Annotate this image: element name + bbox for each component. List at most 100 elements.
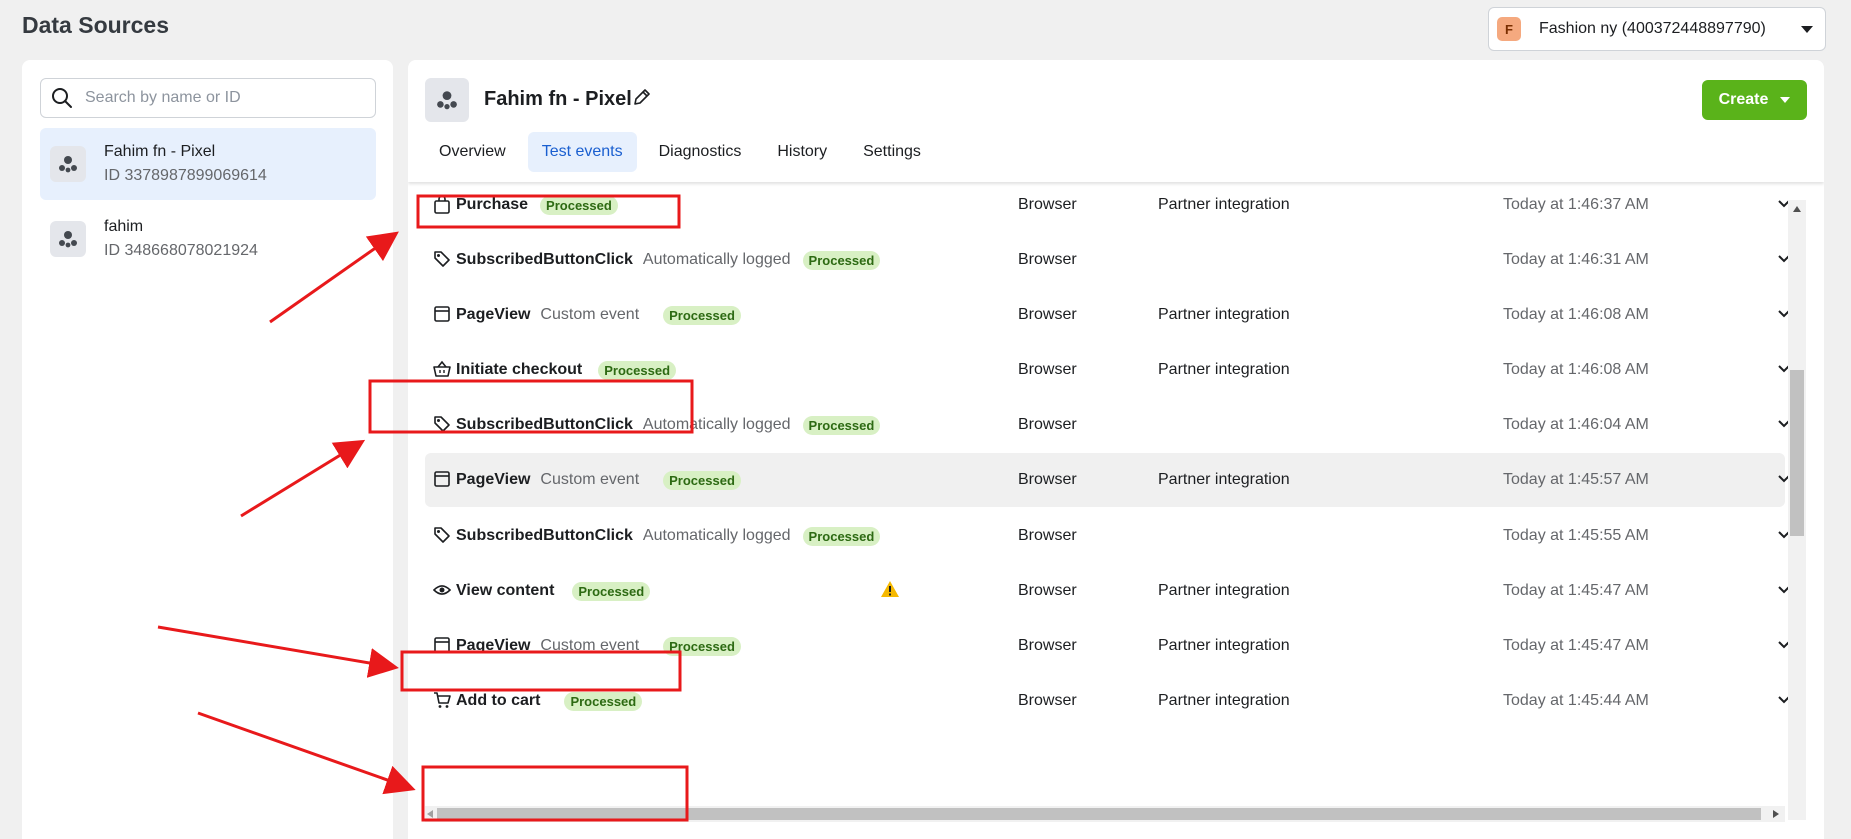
create-button-label: Create (1718, 91, 1769, 108)
event-name: Purchase (456, 196, 529, 213)
data-sources-sidebar: Fahim fn - Pixel ID 3378987899069614 fah… (22, 60, 393, 839)
source-name: fahim (104, 218, 144, 235)
event-source: Browser (1018, 251, 1077, 268)
tab-bar: Overview Test events Diagnostics History… (425, 132, 943, 172)
source-name: Fahim fn - Pixel (104, 143, 216, 160)
browser-window-icon (434, 306, 450, 322)
event-name: SubscribedButtonClick (456, 251, 633, 268)
event-source: Browser (1018, 416, 1077, 433)
event-row[interactable]: PageView Custom event Processed Browser … (425, 288, 1790, 342)
source-id: ID 3378987899069614 (104, 167, 267, 184)
account-avatar: F (1497, 17, 1521, 41)
tab-settings[interactable]: Settings (849, 132, 935, 172)
account-name: Fashion ny (400372448897790) (1539, 20, 1766, 37)
status-badge: Processed (663, 470, 741, 490)
event-subtype: Custom event (540, 637, 640, 654)
search-box[interactable] (40, 78, 376, 118)
chevron-down-icon (1801, 25, 1813, 33)
event-source: Browser (1018, 692, 1077, 709)
tab-history[interactable]: History (763, 132, 841, 172)
event-row[interactable]: Add to cart Processed Browser Partner in… (425, 674, 1790, 728)
vertical-scrollbar[interactable] (1788, 200, 1806, 820)
event-source: Browser (1018, 306, 1077, 323)
status-badge: Processed (802, 250, 881, 270)
event-row[interactable]: SubscribedButtonClick Automatically logg… (425, 398, 1790, 452)
status-badge: Processed (802, 415, 881, 435)
pixel-header: Fahim fn - Pixel Create Overview Test ev… (408, 60, 1824, 182)
event-row[interactable]: SubscribedButtonClick Automatically logg… (425, 233, 1790, 287)
cart-icon (434, 692, 451, 708)
event-row[interactable]: PageView Custom event Processed Browser … (425, 453, 1790, 507)
event-source: Browser (1018, 196, 1077, 213)
create-button[interactable]: Create (1702, 80, 1807, 120)
pixel-title: Fahim fn - Pixel (484, 88, 632, 110)
event-time: Today at 1:46:08 AM (1503, 361, 1649, 378)
event-name: PageView (456, 306, 531, 323)
scrollbar-thumb[interactable] (1790, 370, 1804, 536)
warning-icon[interactable] (880, 580, 900, 598)
event-source: Browser (1018, 637, 1077, 654)
event-row[interactable]: Purchase Processed Browser Partner integ… (425, 182, 1790, 232)
event-row[interactable]: SubscribedButtonClick Automatically logg… (425, 509, 1790, 563)
event-time: Today at 1:46:37 AM (1503, 196, 1649, 213)
scroll-up-arrow-icon[interactable] (1793, 206, 1801, 212)
event-source: Browser (1018, 471, 1077, 488)
scroll-right-arrow-icon[interactable] (1773, 810, 1779, 818)
event-name: SubscribedButtonClick (456, 527, 633, 544)
search-icon (52, 88, 72, 108)
status-badge: Processed (540, 195, 618, 215)
main-panel: Fahim fn - Pixel Create Overview Test ev… (408, 60, 1824, 839)
event-name: PageView (456, 471, 531, 488)
search-input[interactable] (85, 89, 355, 107)
status-badge: Processed (564, 691, 643, 711)
scrollbar-thumb[interactable] (437, 808, 1761, 820)
event-row[interactable]: Initiate checkout Processed Browser Part… (425, 343, 1790, 397)
event-time: Today at 1:45:47 AM (1503, 582, 1649, 599)
status-badge: Processed (663, 305, 741, 325)
tab-diagnostics[interactable]: Diagnostics (645, 132, 756, 172)
event-name: Add to cart (456, 692, 541, 709)
event-row[interactable]: PageView Custom event Processed Browser … (425, 619, 1790, 673)
shopping-bag-icon (434, 195, 450, 214)
event-source: Browser (1018, 527, 1077, 544)
event-time: Today at 1:45:57 AM (1503, 471, 1649, 488)
event-integration: Partner integration (1158, 306, 1290, 323)
event-name: PageView (456, 637, 531, 654)
event-name: SubscribedButtonClick (456, 416, 633, 433)
source-item-fahim-fn-pixel[interactable]: Fahim fn - Pixel ID 3378987899069614 (40, 128, 376, 200)
pencil-icon[interactable] (632, 87, 652, 107)
event-time: Today at 1:45:44 AM (1503, 692, 1649, 709)
tag-icon (434, 527, 450, 543)
tab-overview[interactable]: Overview (425, 132, 520, 172)
source-id: ID 348668078021924 (104, 242, 258, 259)
scroll-left-arrow-icon[interactable] (427, 810, 433, 818)
eye-icon (433, 585, 451, 595)
events-list: Purchase Processed Browser Partner integ… (408, 182, 1824, 810)
event-source: Browser (1018, 582, 1077, 599)
event-integration: Partner integration (1158, 692, 1290, 709)
status-badge: Processed (663, 636, 741, 656)
status-badge: Processed (802, 526, 881, 546)
event-time: Today at 1:45:55 AM (1503, 527, 1649, 544)
event-integration: Partner integration (1158, 637, 1290, 654)
source-item-fahim[interactable]: fahim ID 348668078021924 (40, 203, 376, 275)
event-row[interactable]: View content Processed Browser Partner i… (425, 564, 1790, 618)
chevron-down-icon (1780, 97, 1791, 103)
event-subtype: Automatically logged (642, 527, 791, 544)
event-name: Initiate checkout (456, 361, 583, 378)
horizontal-scrollbar[interactable] (425, 806, 1785, 822)
browser-window-icon (434, 637, 450, 653)
event-integration: Partner integration (1158, 582, 1290, 599)
status-badge: Processed (598, 360, 677, 380)
event-time: Today at 1:46:08 AM (1503, 306, 1649, 323)
event-integration: Partner integration (1158, 361, 1290, 378)
event-time: Today at 1:46:31 AM (1503, 251, 1649, 268)
tag-icon (434, 416, 450, 432)
tag-icon (434, 251, 450, 267)
tab-test-events[interactable]: Test events (527, 132, 637, 172)
event-source: Browser (1018, 361, 1077, 378)
browser-window-icon (434, 471, 450, 487)
event-subtype: Automatically logged (642, 416, 791, 433)
account-selector[interactable]: F Fashion ny (400372448897790) (1488, 7, 1826, 51)
event-time: Today at 1:46:04 AM (1503, 416, 1649, 433)
